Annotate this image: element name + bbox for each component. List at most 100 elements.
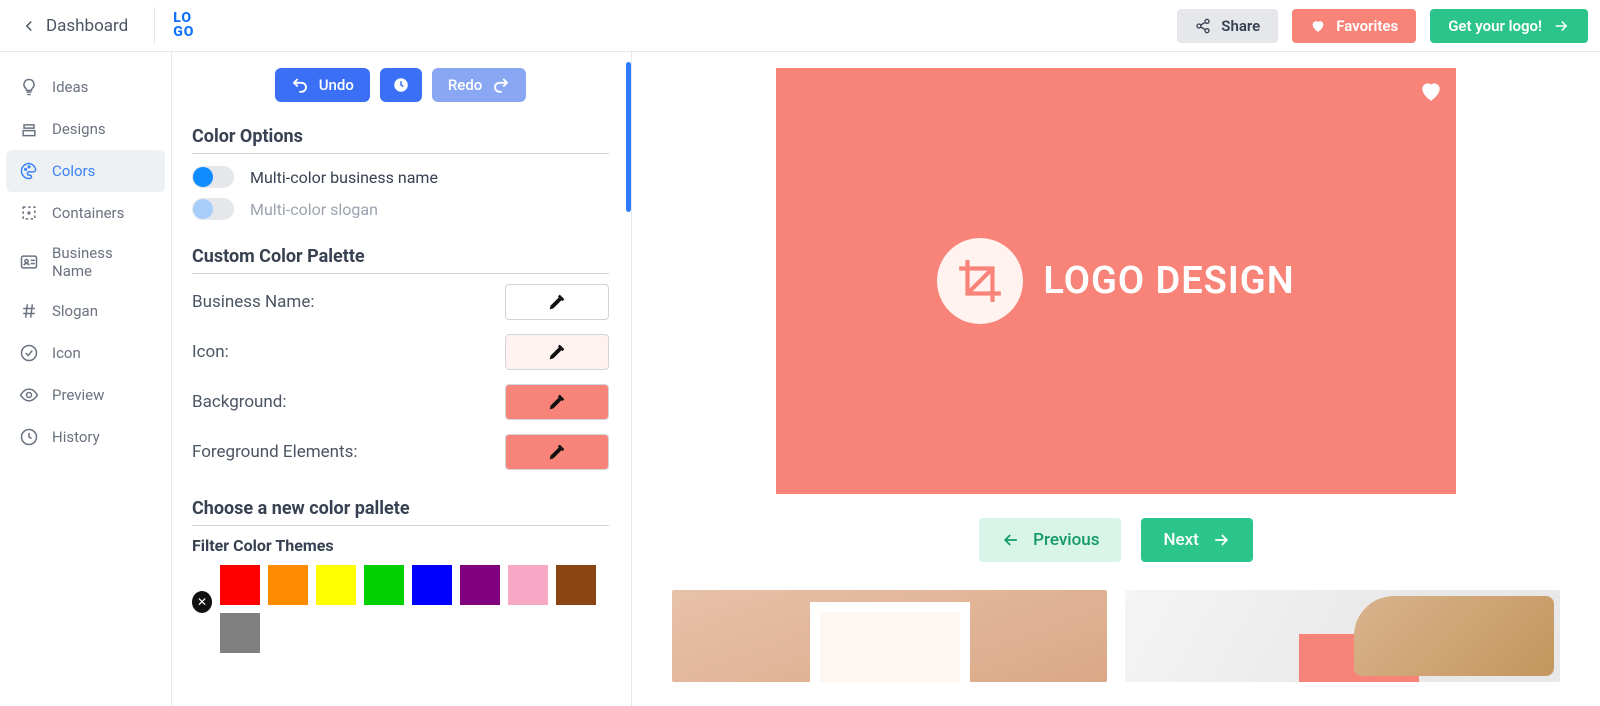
hash-icon [18, 300, 40, 322]
redo-button[interactable]: Redo [432, 68, 526, 102]
sidebar-item-containers[interactable]: Containers [6, 192, 165, 234]
arrow-left-icon [20, 17, 38, 35]
color-chips [220, 565, 609, 653]
arrow-right-icon [1211, 530, 1231, 550]
get-logo-button[interactable]: Get your logo! [1430, 9, 1588, 43]
toggle-switch[interactable] [192, 198, 234, 220]
mockup-thumbnail[interactable] [672, 590, 1107, 682]
stack-icon [18, 118, 40, 140]
preview-area: LOGO DESIGN Previous Next [632, 52, 1600, 706]
toggle-row: Multi-color slogan [192, 196, 609, 222]
brand-logo[interactable]: LO GO [173, 12, 194, 39]
next-label: Next [1163, 530, 1198, 550]
palette-label: Icon: [192, 342, 229, 362]
sidebar-item-history[interactable]: History [6, 416, 165, 458]
color-filter-chip[interactable] [412, 565, 452, 605]
color-swatch[interactable] [505, 334, 609, 370]
favorites-button[interactable]: Favorites [1292, 9, 1416, 43]
sidebar-item-designs[interactable]: Designs [6, 108, 165, 150]
divider [192, 273, 609, 274]
color-swatch[interactable] [505, 284, 609, 320]
sidebar: Ideas Designs Colors ContainersBusiness Nam… [0, 52, 172, 706]
palette-label: Business Name: [192, 292, 314, 312]
undo-label: Undo [319, 76, 354, 94]
palette-row: Background: [192, 384, 609, 420]
sidebar-item-icon[interactable]: Icon [6, 332, 165, 374]
cta-label: Get your logo! [1448, 17, 1542, 35]
favorites-label: Favorites [1336, 17, 1398, 35]
share-button[interactable]: Share [1177, 9, 1278, 43]
logo-text: LOGO DESIGN [1043, 259, 1294, 303]
eye-icon [18, 384, 40, 406]
toggle-label: Multi-color business name [250, 168, 438, 187]
palette-label: Foreground Elements: [192, 442, 358, 462]
arrow-left-icon [1001, 530, 1021, 550]
divider [192, 153, 609, 154]
filter-themes-title: Filter Color Themes [192, 536, 609, 555]
undo-icon [291, 76, 309, 94]
crop-icon [955, 256, 1005, 306]
toggle-label: Multi-color slogan [250, 200, 378, 219]
previous-label: Previous [1033, 530, 1099, 550]
nav-row: Previous Next [979, 518, 1253, 562]
editor-panel: Undo Redo Color Options Multi-color busi… [172, 52, 632, 706]
sidebar-item-label: Ideas [52, 78, 88, 96]
color-filter-chip[interactable] [316, 565, 356, 605]
divider [192, 525, 609, 526]
dashboard-back-link[interactable]: Dashboard [12, 10, 136, 42]
toggle-row: Multi-color business name [192, 164, 609, 190]
topbar-right: Share Favorites Get your logo! [1177, 9, 1588, 43]
logo-canvas: LOGO DESIGN [776, 68, 1456, 494]
color-filter-chip[interactable] [556, 565, 596, 605]
share-icon [1195, 18, 1211, 34]
palette-row: Icon: [192, 334, 609, 370]
layout: IdeasDesignsColorsContainersBusiness Nam… [0, 52, 1600, 706]
favorite-toggle[interactable] [1418, 78, 1444, 104]
logo-icon-circle [937, 238, 1023, 324]
clock-icon [18, 426, 40, 448]
color-options-title: Color Options [192, 126, 609, 147]
color-filter-chip[interactable] [220, 613, 260, 653]
toggle-switch[interactable] [192, 166, 234, 188]
id-icon [18, 251, 40, 273]
scrollbar[interactable] [626, 62, 631, 212]
sidebar-item-label: History [52, 428, 100, 446]
check-icon [18, 342, 40, 364]
sidebar-item-colors[interactable]: Colors [6, 150, 165, 192]
sidebar-item-business-name[interactable]: Business Name [6, 234, 165, 290]
color-filter-chip[interactable] [220, 565, 260, 605]
sidebar-item-preview[interactable]: Preview [6, 374, 165, 416]
choose-palette-title: Choose a new color pallete [192, 498, 609, 519]
thumbnails [672, 590, 1560, 682]
previous-button[interactable]: Previous [979, 518, 1121, 562]
arrow-right-icon [1552, 17, 1570, 35]
bulb-icon [18, 76, 40, 98]
clock-icon [392, 76, 410, 94]
next-button[interactable]: Next [1141, 518, 1252, 562]
color-filter-chip[interactable] [508, 565, 548, 605]
brand-bot: GO [173, 26, 194, 39]
sidebar-item-ideas[interactable]: Ideas [6, 66, 165, 108]
color-filter-chip[interactable] [460, 565, 500, 605]
redo-label: Redo [448, 76, 482, 94]
color-filter-chip[interactable] [268, 565, 308, 605]
topbar-left: Dashboard LO GO [12, 7, 194, 45]
mockup-thumbnail[interactable] [1125, 590, 1560, 682]
undo-row: Undo Redo [192, 68, 609, 102]
undo-button[interactable]: Undo [275, 68, 370, 102]
topbar: Dashboard LO GO Share Favorites Get your… [0, 0, 1600, 52]
color-swatch[interactable] [505, 434, 609, 470]
sidebar-item-slogan[interactable]: Slogan [6, 290, 165, 332]
heart-icon [1310, 18, 1326, 34]
color-filter-chip[interactable] [364, 565, 404, 605]
heart-icon [1418, 78, 1444, 104]
palette-row: Foreground Elements: [192, 434, 609, 470]
color-swatch[interactable] [505, 384, 609, 420]
clear-filter-button[interactable]: ✕ [192, 591, 212, 613]
redo-icon [492, 76, 510, 94]
sidebar-item-label: Slogan [52, 302, 98, 320]
sidebar-item-label: Designs [52, 120, 106, 138]
sidebar-item-label: Colors [52, 162, 95, 180]
history-button[interactable] [380, 68, 422, 102]
palette-row: Business Name: [192, 284, 609, 320]
